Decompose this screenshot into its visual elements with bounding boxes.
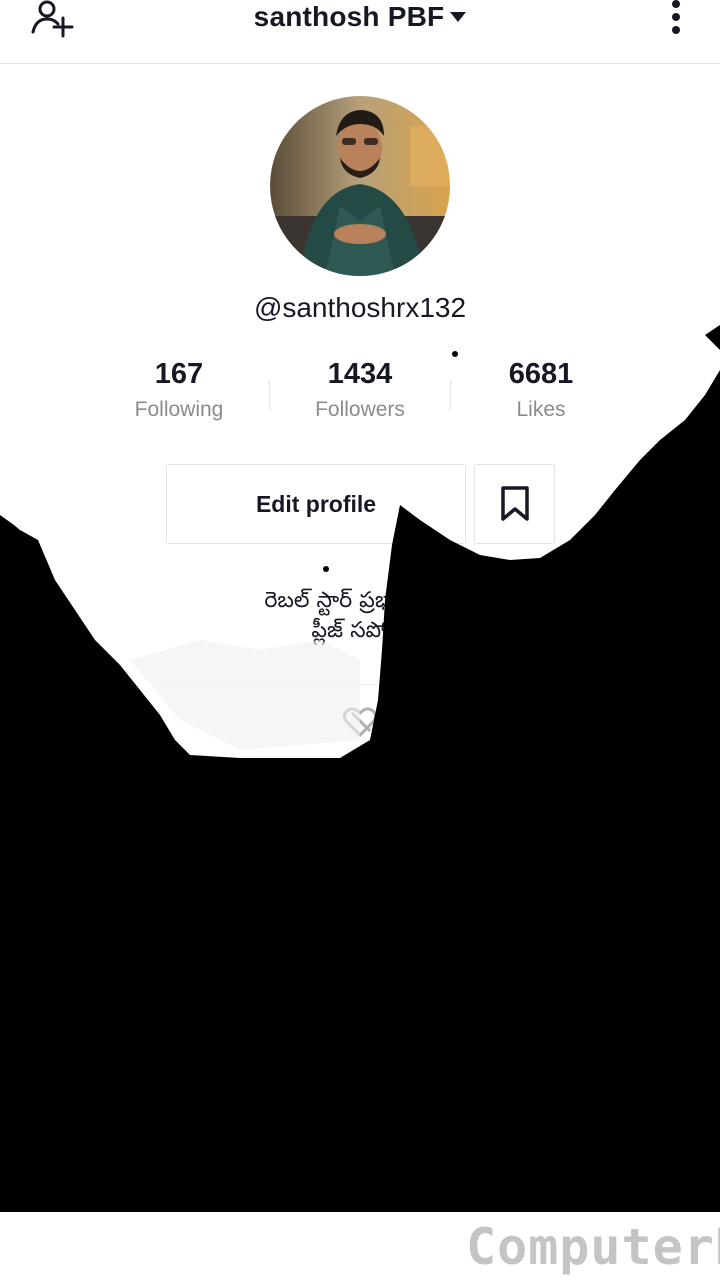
stat-following[interactable]: 167 Following bbox=[99, 358, 259, 422]
watermark: ComputerH bbox=[466, 1218, 720, 1276]
bookmark-button[interactable] bbox=[474, 464, 555, 544]
bio: రెబల్ స్టార్ ప్రభాస్ డార్లి ప్లీజ్ సపోర్… bbox=[160, 586, 560, 646]
profile-photo bbox=[270, 96, 450, 276]
bookmark-icon bbox=[500, 486, 529, 521]
bio-line: రెబల్ స్టార్ ప్రభాస్ డార్లి bbox=[264, 588, 456, 613]
more-vertical-icon[interactable] bbox=[666, 0, 686, 36]
likes-label: Likes bbox=[516, 398, 566, 421]
account-name: santhosh PBF bbox=[253, 1, 445, 32]
followers-count: 1434 bbox=[327, 358, 393, 390]
tab-divider bbox=[160, 684, 560, 685]
following-count: 167 bbox=[154, 358, 204, 390]
username-handle: @santhoshrx132 bbox=[253, 292, 467, 323]
following-label: Following bbox=[134, 398, 224, 421]
stat-divider bbox=[269, 380, 270, 410]
likes-count: 6681 bbox=[508, 358, 574, 390]
bio-line: ప్లీజ్ సపోర్టు bbox=[311, 618, 409, 643]
heart-icon[interactable] bbox=[342, 705, 378, 739]
followers-label: Followers bbox=[315, 398, 405, 421]
account-switcher[interactable]: santhosh PBF bbox=[0, 0, 720, 34]
stat-followers[interactable]: 1434 Followers bbox=[280, 358, 440, 422]
stat-likes[interactable]: 6681 Likes bbox=[461, 358, 621, 422]
avatar[interactable] bbox=[270, 96, 450, 276]
chevron-down-icon bbox=[450, 12, 467, 22]
top-bar: santhosh PBF bbox=[0, 0, 720, 64]
edit-profile-button[interactable]: Edit profile bbox=[166, 464, 466, 544]
stat-divider bbox=[450, 380, 451, 410]
